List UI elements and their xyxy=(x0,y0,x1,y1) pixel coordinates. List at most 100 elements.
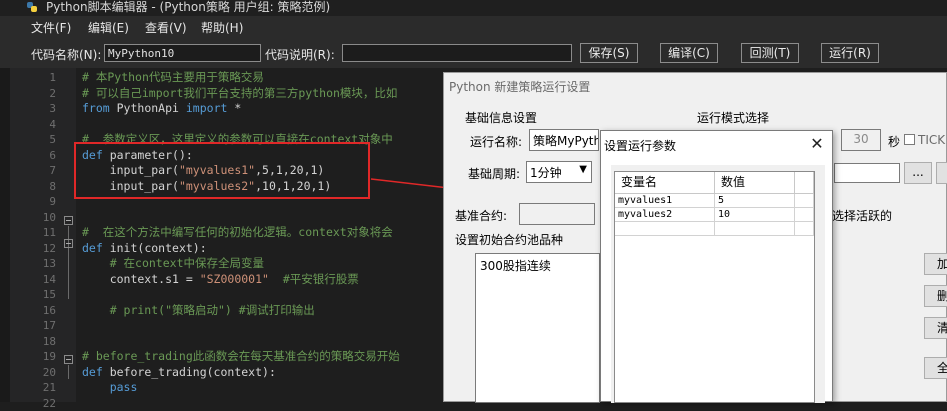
menu-file[interactable]: 文件(F) xyxy=(31,19,71,36)
menu-edit[interactable]: 编辑(E) xyxy=(88,19,129,36)
code-desc-label: 代码说明(R): xyxy=(265,46,335,63)
param-frame: 变量名 数值 myvalues1 5 myvalues2 10 xyxy=(611,165,825,403)
line-number: 5 xyxy=(30,132,56,148)
backtest-button[interactable]: 回测(T) xyxy=(741,43,799,63)
param-extra-cell xyxy=(795,208,814,222)
seconds-label: 秒 xyxy=(888,133,900,150)
code-token: context.s1 = xyxy=(82,272,200,286)
code-line[interactable]: # print("策略启动") #调试打印输出 xyxy=(82,303,315,319)
code-line[interactable]: def before_trading(context): xyxy=(82,365,276,381)
fold-toggle-icon[interactable] xyxy=(64,239,73,248)
param-dialog: 设置运行参数 ✕ 变量名 数值 myvalues1 5 myvalues2 10 xyxy=(600,130,833,402)
menu-view[interactable]: 查看(V) xyxy=(145,19,187,36)
line-number: 19 xyxy=(30,349,56,365)
save-button[interactable]: 保存(S) xyxy=(580,43,638,63)
code-line[interactable]: from PythonApi import * xyxy=(82,101,241,117)
line-number: 6 xyxy=(30,148,56,164)
window-title: Python脚本编辑器 - (Python策略 用户组: 策略范例) xyxy=(46,0,330,14)
code-name-label: 代码名称(N): xyxy=(31,46,101,63)
code-token: PythonApi xyxy=(110,101,186,115)
base-contract-input[interactable] xyxy=(519,203,595,225)
fold-guide xyxy=(68,249,69,299)
code-token: "SZ000001" xyxy=(200,272,269,286)
contract-pool-list[interactable]: 300股指连续 xyxy=(475,253,600,403)
active-contract-hint: 选择活跃的 xyxy=(832,207,892,224)
code-line[interactable]: # 可以自己import我们平台支持的第三方python模块，比如 xyxy=(82,86,397,102)
code-token: init(context): xyxy=(103,241,207,255)
line-number: 16 xyxy=(30,303,56,319)
interval-input[interactable]: 30 xyxy=(841,129,881,151)
run-name-input[interactable]: 策略MyPython xyxy=(529,129,599,151)
param-name-cell[interactable]: myvalues1 xyxy=(615,194,715,208)
fold-toggle-icon[interactable] xyxy=(64,355,73,364)
line-number: 7 xyxy=(30,163,56,179)
param-name-cell[interactable] xyxy=(615,222,715,236)
fold-toggle-icon[interactable] xyxy=(64,216,73,225)
code-token: # 可以自己import我们平台支持的第三方python模块，比如 xyxy=(82,86,397,100)
line-number: 11 xyxy=(30,225,56,241)
code-token: before_trading(context): xyxy=(103,365,276,379)
path-input[interactable] xyxy=(834,163,900,183)
column-header-extra xyxy=(795,172,814,194)
basic-info-section: 基础信息设置 xyxy=(465,109,537,126)
column-header-name[interactable]: 变量名 xyxy=(615,172,715,194)
select-all-button[interactable]: 全 xyxy=(924,357,947,379)
close-icon[interactable]: ✕ xyxy=(807,134,827,154)
code-token: * xyxy=(227,101,241,115)
line-number: 22 xyxy=(30,396,56,411)
line-number: 20 xyxy=(30,365,56,381)
menu-bar: 文件(F) 编辑(E) 查看(V) 帮助(H) xyxy=(0,16,947,38)
delete-button[interactable]: 删 xyxy=(924,285,947,307)
code-token: pass xyxy=(82,380,137,394)
param-table[interactable]: 变量名 数值 myvalues1 5 myvalues2 10 xyxy=(614,171,815,403)
title-bar: Python脚本编辑器 - (Python策略 用户组: 策略范例) xyxy=(0,0,947,16)
code-line[interactable]: def init(context): xyxy=(82,241,207,257)
line-number: 8 xyxy=(30,179,56,195)
code-line[interactable]: context.s1 = "SZ000001" #平安银行股票 xyxy=(82,272,359,288)
clear-button[interactable]: 清 xyxy=(924,317,947,339)
editor-left-strip xyxy=(0,68,10,402)
contract-pool-item[interactable]: 300股指连续 xyxy=(480,259,551,273)
line-number: 21 xyxy=(30,380,56,396)
code-token: # before_trading此函数会在每天基准合约的策略交易开始 xyxy=(82,349,400,363)
code-line[interactable]: # 本Python代码主要用于策略交易 xyxy=(82,70,264,86)
run-dialog-title: Python 新建策略运行设置 xyxy=(449,78,590,95)
code-line[interactable]: # 在context中保存全局变量 xyxy=(82,256,264,272)
run-button[interactable]: 运行(R) xyxy=(821,43,879,63)
code-token: def xyxy=(82,365,103,379)
line-number: 2 xyxy=(30,86,56,102)
python-icon xyxy=(26,1,38,13)
line-number: 9 xyxy=(30,194,56,210)
param-name-cell[interactable]: myvalues2 xyxy=(615,208,715,222)
line-number: 1 xyxy=(30,70,56,86)
fold-guide xyxy=(68,365,69,379)
tick-checkbox[interactable] xyxy=(904,134,915,145)
code-line[interactable]: # before_trading此函数会在每天基准合约的策略交易开始 xyxy=(82,349,400,365)
code-name-input[interactable] xyxy=(104,44,261,62)
extra-button[interactable] xyxy=(936,162,947,184)
line-number: 13 xyxy=(30,256,56,272)
highlight-box xyxy=(74,142,370,199)
code-line[interactable]: # 在这个方法中编写任何的初始化逻辑。context对象将会 xyxy=(82,225,393,241)
period-select[interactable]: 1分钟 ▼ xyxy=(526,161,592,183)
code-desc-input[interactable] xyxy=(342,44,572,62)
add-button[interactable]: 加 xyxy=(924,253,947,275)
menu-help[interactable]: 帮助(H) xyxy=(201,19,243,36)
run-mode-section: 运行模式选择 xyxy=(697,109,769,126)
param-value-cell[interactable] xyxy=(715,222,795,236)
line-number: 4 xyxy=(30,117,56,133)
compile-button[interactable]: 编译(C) xyxy=(660,43,718,63)
column-header-value[interactable]: 数值 xyxy=(715,172,795,194)
run-name-label: 运行名称: xyxy=(470,133,522,150)
browse-button[interactable]: ... xyxy=(904,162,932,184)
code-token xyxy=(269,272,283,286)
code-line[interactable]: pass xyxy=(82,380,137,396)
param-value-cell[interactable]: 5 xyxy=(715,194,795,208)
line-number: 10 xyxy=(30,210,56,226)
param-extra-cell xyxy=(795,222,814,236)
param-value-cell[interactable]: 10 xyxy=(715,208,795,222)
line-number: 17 xyxy=(30,318,56,334)
line-number: 12 xyxy=(30,241,56,257)
code-token: from xyxy=(82,101,110,115)
line-number-gutter: 12345678910111213141516171819202122 xyxy=(0,68,76,402)
